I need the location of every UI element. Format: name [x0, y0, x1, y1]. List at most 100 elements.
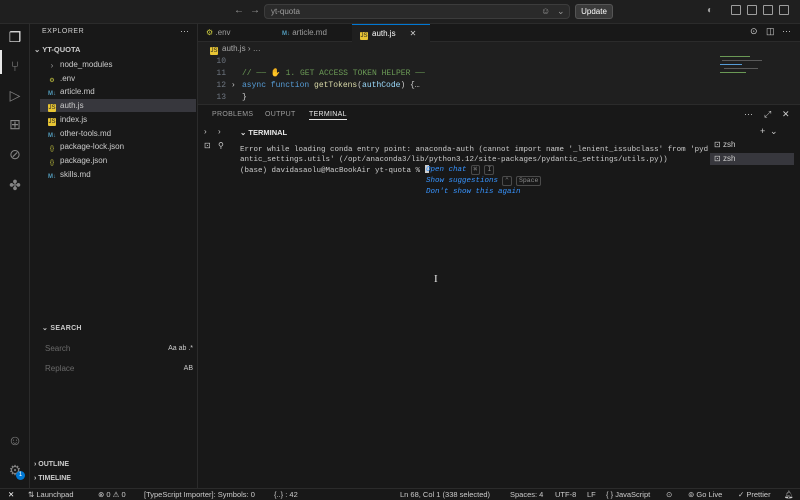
- new-terminal-icon[interactable]: +: [760, 126, 765, 136]
- arrow-right-icon[interactable]: →: [250, 5, 260, 16]
- breadcrumb-file[interactable]: auth.js: [222, 44, 246, 53]
- workspace-root[interactable]: ⌄ YT-QUOTA: [34, 45, 80, 54]
- indentation[interactable]: Spaces: 4: [510, 490, 543, 500]
- extensions-icon[interactable]: ⊞: [7, 116, 23, 132]
- show-suggestions-link[interactable]: Show suggestions ⌃ Space: [426, 176, 542, 186]
- encoding[interactable]: UTF-8: [555, 490, 576, 500]
- source-control-icon[interactable]: ⑂: [7, 58, 23, 74]
- markdown-file-icon: M↓: [48, 91, 56, 97]
- terminal-output-line: antic_settings.utils' (/opt/anaconda3/li…: [240, 156, 668, 164]
- tree-item-node-modules[interactable]: › node_modules: [40, 58, 196, 71]
- go-live-button[interactable]: ⊚ Go Live: [688, 490, 722, 500]
- chevron-right-icon[interactable]: ›: [204, 127, 207, 136]
- notifications-bell-icon[interactable]: 🔔︎: [784, 490, 794, 500]
- terminal-chat-icon[interactable]: ⊡: [204, 141, 211, 150]
- more-actions-icon[interactable]: ···: [744, 109, 753, 119]
- tree-item-package-lock-json[interactable]: {} package-lock.json: [40, 140, 196, 153]
- tree-item-label: article.md: [60, 87, 95, 96]
- show-suggestions-label: Show suggestions: [426, 177, 499, 185]
- activity-bar: ❐ ⑂ ▷ ⊞ ⊘ ✤ ☺ ⚙ 1: [0, 24, 30, 488]
- toggle-sidebar-icon[interactable]: [731, 5, 741, 15]
- tab-label: article.md: [292, 28, 327, 37]
- close-tab-icon[interactable]: ✕: [410, 29, 417, 38]
- language-mode[interactable]: { } JavaScript: [606, 490, 650, 500]
- tab-label: auth.js: [372, 29, 396, 38]
- end-of-line[interactable]: LF: [587, 490, 596, 500]
- more-actions-icon[interactable]: ···: [782, 26, 791, 36]
- more-actions-icon[interactable]: ···: [180, 26, 189, 36]
- copilot-chat-icon[interactable]: ⊙: [750, 26, 758, 37]
- tab-terminal[interactable]: TERMINAL: [309, 111, 347, 120]
- tab-auth-js[interactable]: JS auth.js ✕: [352, 24, 430, 42]
- tree-item-package-json[interactable]: {} package.json: [40, 154, 196, 167]
- search-input[interactable]: Search Aa ab .*: [45, 342, 193, 356]
- copilot-status-icon[interactable]: ⊙: [666, 490, 672, 500]
- tree-item-label: auth.js: [60, 101, 84, 110]
- pin-icon[interactable]: ⚲: [218, 141, 224, 150]
- replace-options[interactable]: AB: [184, 362, 193, 376]
- tree-item-auth-js[interactable]: JS auth.js: [40, 99, 196, 112]
- customize-layout-icon[interactable]: [779, 5, 789, 15]
- tab-article-md[interactable]: M↓ article.md: [274, 24, 350, 42]
- prettier-status[interactable]: ✓ Prettier: [738, 490, 771, 500]
- remote-explorer-icon[interactable]: ⊘: [7, 146, 23, 162]
- tree-item-label: index.js: [60, 115, 88, 124]
- code-text: }: [242, 93, 247, 102]
- toggle-secondary-sidebar-icon[interactable]: [763, 5, 773, 15]
- braces-icon: { }: [606, 490, 614, 499]
- tree-item-other-tools-md[interactable]: M↓ other-tools.md: [40, 127, 196, 140]
- tree-item-article-md[interactable]: M↓ article.md: [40, 85, 196, 98]
- breadcrumb-more[interactable]: …: [253, 44, 261, 53]
- account-icon[interactable]: ☺: [7, 432, 23, 448]
- markdown-file-icon: M↓: [48, 133, 56, 139]
- run-debug-icon[interactable]: ▷: [7, 87, 23, 103]
- ts-importer-status[interactable]: [TypeScript Importer]: Symbols: 0: [144, 490, 255, 500]
- remote-indicator[interactable]: ✕: [8, 490, 14, 500]
- cursor-position[interactable]: Ln 68, Col 1 (338 selected): [400, 490, 490, 500]
- code-punctuation: ) {…: [400, 81, 420, 90]
- chevron-down-icon[interactable]: ⌄: [770, 126, 778, 137]
- command-center[interactable]: yt-quota ☺ ⌄: [264, 4, 570, 19]
- explorer-icon[interactable]: ❐: [7, 29, 23, 45]
- terminal-icon: ⊡: [714, 154, 721, 163]
- chevron-right-icon[interactable]: ›: [218, 127, 221, 136]
- js-file-icon: JS: [210, 47, 218, 55]
- maximize-panel-icon[interactable]: ⤢: [764, 109, 771, 120]
- terminal-instance[interactable]: ⊡ zsh: [710, 153, 794, 165]
- replace-input[interactable]: Replace AB: [45, 362, 193, 376]
- terminal-prompt-line[interactable]: (base) davidasaolu@MacBookAir yt-quota %: [240, 165, 429, 176]
- arrow-left-icon[interactable]: ←: [234, 5, 244, 16]
- close-panel-icon[interactable]: ✕: [782, 109, 790, 120]
- chevron-down-icon[interactable]: ⌄: [557, 5, 565, 18]
- fold-chevron-icon[interactable]: ›: [232, 80, 235, 89]
- split-editor-icon[interactable]: ◫: [766, 26, 775, 37]
- tab-problems[interactable]: PROBLEMS: [212, 111, 253, 118]
- markdown-file-icon: M↓: [48, 174, 56, 180]
- tab-env[interactable]: ⚙ .env: [198, 24, 270, 42]
- python-icon[interactable]: ✤: [7, 177, 23, 193]
- accounts-icon[interactable]: ◐: [707, 5, 713, 16]
- braces-status[interactable]: {..} : 42: [274, 490, 298, 500]
- tree-item-skills-md[interactable]: M↓ skills.md: [40, 168, 196, 181]
- problems-status[interactable]: ⊗ 0 ⚠ 0: [98, 490, 126, 500]
- code-line: 11 // ── ✋ 1. GET ACCESS TOKEN HELPER ──: [198, 68, 424, 80]
- launchpad-item[interactable]: ⇅ Launchpad: [28, 490, 74, 500]
- js-file-icon: JS: [48, 118, 56, 126]
- search-options[interactable]: Aa ab .*: [168, 342, 193, 356]
- update-button[interactable]: Update: [575, 4, 613, 19]
- tab-output[interactable]: OUTPUT: [265, 111, 296, 118]
- minimap[interactable]: [720, 44, 790, 104]
- tree-item-index-js[interactable]: JS index.js: [40, 113, 196, 126]
- tree-item-env[interactable]: ⚙ .env: [40, 72, 196, 85]
- outline-section-header[interactable]: › OUTLINE: [34, 461, 69, 468]
- toggle-panel-icon[interactable]: [747, 5, 757, 15]
- open-chat-suggestion[interactable]: Open chat ⌘ I: [426, 165, 495, 175]
- code-editor[interactable]: JS auth.js › … 10 11 // ── ✋ 1. GET ACCESS…: [198, 42, 800, 104]
- terminal-header[interactable]: ⌄ TERMINAL: [240, 128, 287, 137]
- terminal-instance[interactable]: ⊡ zsh: [714, 139, 735, 151]
- warning-count: 0: [121, 490, 126, 499]
- timeline-section-header[interactable]: › TIMELINE: [34, 475, 71, 482]
- dont-show-again-link[interactable]: Don't show this again: [426, 187, 521, 197]
- copilot-icon[interactable]: ☺: [541, 5, 550, 18]
- search-section-header[interactable]: ⌄ SEARCH: [42, 324, 82, 332]
